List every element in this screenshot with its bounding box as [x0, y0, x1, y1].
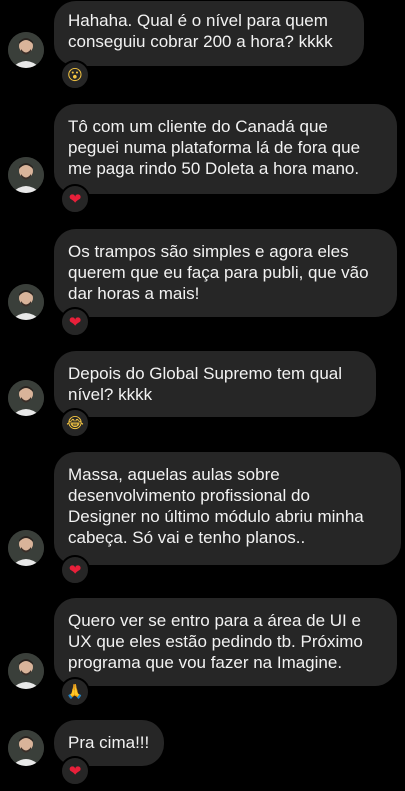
- message-bubble[interactable]: Tô com um cliente do Canadá que peguei n…: [54, 104, 397, 194]
- avatar[interactable]: [8, 157, 44, 193]
- laughing-emoji-icon[interactable]: 😂: [60, 408, 90, 438]
- avatar[interactable]: [8, 380, 44, 416]
- avatar[interactable]: [8, 653, 44, 689]
- message-bubble[interactable]: Os trampos são simples e agora eles quer…: [54, 229, 397, 317]
- message-bubble[interactable]: Depois do Global Supremo tem qual nível?…: [54, 351, 376, 417]
- heart-icon[interactable]: ❤: [60, 555, 90, 585]
- praying-hands-icon[interactable]: 🙏: [60, 677, 90, 707]
- heart-icon[interactable]: ❤: [60, 184, 90, 214]
- message-bubble[interactable]: Massa, aquelas aulas sobre desenvolvimen…: [54, 452, 401, 565]
- message-bubble[interactable]: Hahaha. Qual é o nível para quem consegu…: [54, 1, 364, 66]
- heart-icon[interactable]: ❤: [60, 756, 90, 786]
- avatar[interactable]: [8, 530, 44, 566]
- avatar[interactable]: [8, 730, 44, 766]
- avatar[interactable]: [8, 32, 44, 68]
- surprised-emoji-icon[interactable]: 😮: [60, 60, 90, 90]
- heart-icon[interactable]: ❤: [60, 307, 90, 337]
- message-bubble[interactable]: Quero ver se entro para a área de UI e U…: [54, 598, 397, 686]
- avatar[interactable]: [8, 284, 44, 320]
